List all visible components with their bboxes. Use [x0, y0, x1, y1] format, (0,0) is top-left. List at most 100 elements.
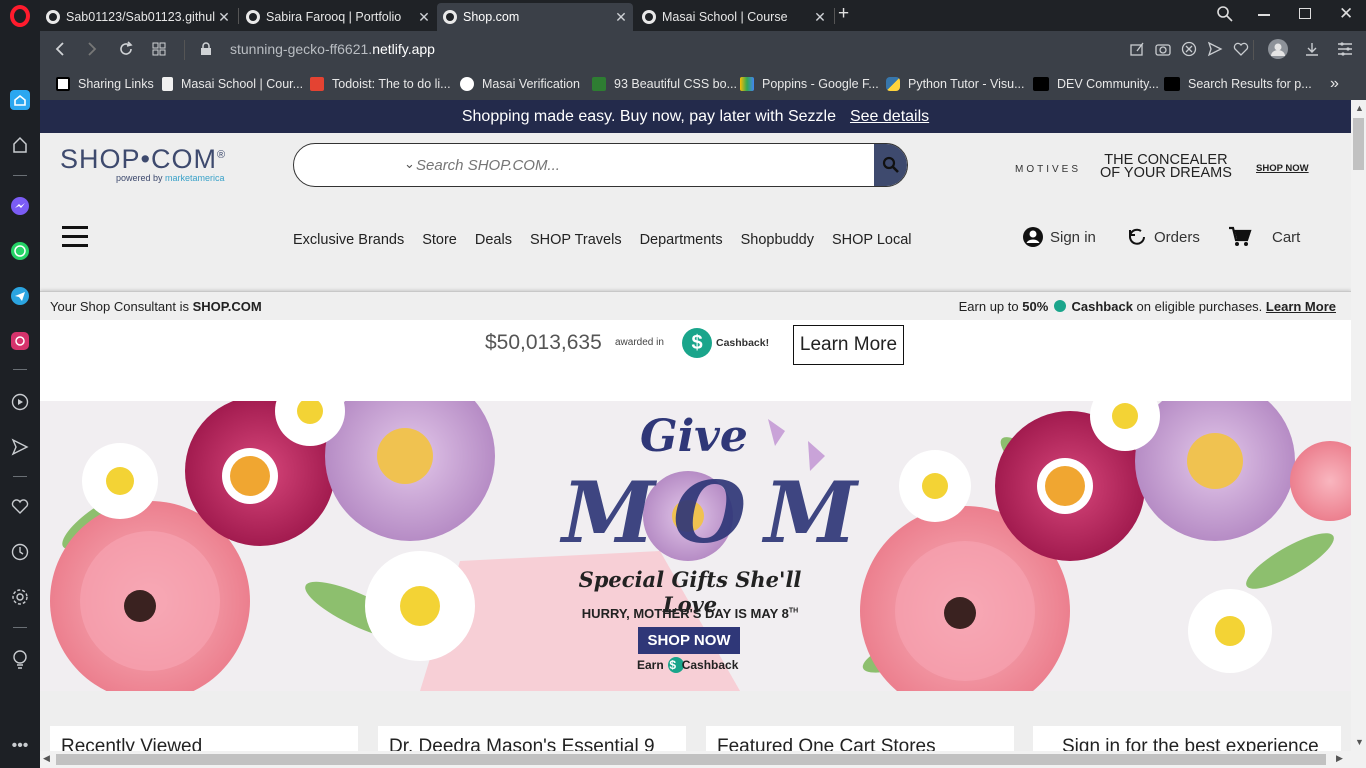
lock-icon[interactable] — [196, 39, 216, 59]
web-page: Shopping made easy. Buy now, pay later w… — [40, 100, 1351, 751]
tab-title: Sab01123/Sab01123.githul — [66, 10, 215, 24]
card-featured-stores[interactable]: Featured One Cart Stores — [706, 726, 1014, 751]
lightbulb-icon[interactable] — [8, 647, 32, 671]
share-icon[interactable] — [1127, 39, 1147, 59]
tab-github[interactable]: Sab01123/Sab01123.githul ✕ — [40, 3, 236, 31]
flow-icon[interactable] — [8, 435, 32, 459]
search-button[interactable] — [874, 144, 907, 186]
tabs-grid-icon[interactable] — [149, 39, 169, 59]
scrollbar-thumb[interactable] — [1353, 118, 1364, 170]
banner-shop-now-button[interactable]: SHOP NOW — [638, 627, 740, 654]
search-input[interactable] — [416, 154, 846, 176]
send-icon[interactable] — [1205, 39, 1225, 59]
bookmark-item[interactable]: Masai School | Cour... — [162, 75, 303, 93]
mothers-day-banner[interactable]: Give MOM Special Gifts She'll Love HURRY… — [40, 401, 1351, 691]
ad-headline[interactable]: THE CONCEALER OF YOUR DREAMS — [1100, 153, 1232, 181]
bookmark-item[interactable]: Sharing Links — [56, 75, 154, 93]
close-tab-icon[interactable]: ✕ — [216, 9, 232, 26]
tab-search-icon[interactable] — [1216, 5, 1234, 28]
telegram-icon[interactable] — [8, 284, 32, 308]
user-icon — [1023, 227, 1043, 247]
nav-exclusive-brands[interactable]: Exclusive Brands — [293, 232, 404, 248]
scroll-up-icon[interactable]: ▲ — [1355, 103, 1364, 113]
camera-icon[interactable] — [1153, 39, 1173, 59]
bookmark-item[interactable]: Python Tutor - Visu... — [886, 75, 1025, 93]
url-field[interactable]: stunning-gecko-ff6621.netlify.app — [230, 41, 435, 57]
tab-portfolio[interactable]: Sabira Farooq | Portfolio ✕ — [240, 3, 436, 31]
more-icon[interactable]: ••• — [8, 734, 32, 758]
whatsapp-icon[interactable] — [8, 239, 32, 263]
see-details-link[interactable]: See details — [850, 108, 929, 126]
home-icon[interactable] — [8, 88, 32, 112]
reload-icon[interactable] — [116, 39, 136, 59]
card-recently-viewed[interactable]: Recently Viewed — [50, 726, 358, 751]
download-icon[interactable] — [1302, 39, 1322, 59]
bookmark-item[interactable]: Poppins - Google F... — [740, 75, 879, 93]
profile-avatar-icon[interactable] — [1267, 38, 1289, 60]
cart-label: Cart — [1272, 228, 1301, 246]
bookmark-heart-icon[interactable] — [1231, 39, 1251, 59]
more-bookmarks-button[interactable]: » — [1330, 75, 1339, 93]
nav-departments[interactable]: Departments — [640, 232, 723, 248]
opera-logo-icon[interactable] — [8, 4, 32, 28]
heart-icon[interactable] — [8, 495, 32, 519]
ad-shop-now-link[interactable]: SHOP NOW — [1256, 163, 1309, 174]
scroll-left-icon[interactable]: ◀ — [43, 753, 50, 764]
vertical-scrollbar[interactable]: ▲ ▼ — [1351, 100, 1366, 768]
back-icon[interactable] — [50, 39, 70, 59]
close-window-icon[interactable]: ✕ — [1339, 4, 1353, 24]
learn-more-button[interactable]: Learn More — [793, 325, 904, 365]
forward-icon[interactable] — [82, 39, 102, 59]
bookmark-item[interactable]: Masai Verification — [460, 75, 580, 93]
restore-icon[interactable] — [1299, 8, 1311, 19]
settings-icon[interactable] — [8, 585, 32, 609]
search-bar: ⌄ — [293, 143, 908, 187]
powered-prefix: powered by — [116, 173, 166, 183]
tab-shop[interactable]: Shop.com ✕ — [437, 3, 633, 31]
dollar-coin-icon — [1053, 300, 1066, 312]
chevron-down-icon[interactable]: ⌄ — [404, 156, 415, 172]
nav-store[interactable]: Store — [422, 232, 457, 248]
close-tab-icon[interactable]: ✕ — [812, 9, 828, 26]
bookmark-item[interactable]: Search Results for p... — [1164, 75, 1312, 93]
history-icon[interactable] — [8, 540, 32, 564]
sidebar-divider — [13, 476, 27, 477]
hscrollbar-thumb[interactable] — [56, 754, 1326, 765]
shop-com-logo[interactable]: SHOP•COM® powered by marketamerica — [60, 144, 226, 183]
bookmark-item[interactable]: Todoist: The to do li... — [310, 75, 451, 93]
sidebar-divider — [13, 175, 27, 176]
card-essential-9[interactable]: Dr. Deedra Mason's Essential 9 — [378, 726, 686, 751]
minimize-icon[interactable] — [1258, 14, 1270, 16]
scroll-down-icon[interactable]: ▼ — [1355, 737, 1364, 747]
sidebar-divider — [13, 627, 27, 628]
nav-shopbuddy[interactable]: Shopbuddy — [741, 232, 814, 248]
easy-setup-icon[interactable] — [1335, 39, 1355, 59]
orders-link[interactable]: Orders — [1126, 226, 1200, 248]
new-tab-button[interactable]: + — [838, 3, 849, 25]
bookmark-label: Masai Verification — [482, 77, 580, 91]
sign-in-link[interactable]: Sign in — [1022, 226, 1096, 248]
bookmark-item[interactable]: 93 Beautiful CSS bo... — [592, 75, 737, 93]
close-tab-icon[interactable]: ✕ — [416, 9, 432, 26]
earn-suffix: on eligible purchases. — [1132, 299, 1266, 314]
cart-link[interactable]: Cart — [1228, 226, 1300, 248]
nav-shop-local[interactable]: SHOP Local — [832, 232, 912, 248]
instagram-icon[interactable] — [8, 329, 32, 353]
bookmark-label: DEV Community... — [1057, 77, 1159, 91]
toolbar-divider — [184, 40, 185, 60]
tab-masai[interactable]: Masai School | Course ✕ — [636, 3, 832, 31]
messenger-icon[interactable] — [8, 194, 32, 218]
learn-more-link[interactable]: Learn More — [1266, 299, 1336, 314]
bookmark-item[interactable]: DEV Community... — [1033, 75, 1159, 93]
horizontal-scrollbar[interactable]: ◀ ▶ — [40, 751, 1351, 768]
dev-icon — [1164, 77, 1180, 91]
player-icon[interactable] — [8, 390, 32, 414]
hamburger-menu-icon[interactable] — [62, 226, 88, 248]
close-tab-icon[interactable]: ✕ — [613, 9, 629, 26]
speed-dial-icon[interactable] — [8, 133, 32, 157]
card-sign-in[interactable]: Sign in for the best experience — [1033, 726, 1341, 751]
nav-shop-travels[interactable]: SHOP Travels — [530, 232, 622, 248]
adblock-icon[interactable] — [1179, 39, 1199, 59]
scroll-right-icon[interactable]: ▶ — [1336, 753, 1343, 764]
nav-deals[interactable]: Deals — [475, 232, 512, 248]
